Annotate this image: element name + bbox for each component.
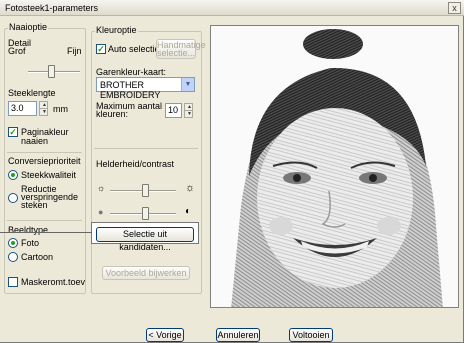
paginakleur-checkbox[interactable]: ✓ <box>8 127 18 137</box>
contrast-slider-thumb[interactable] <box>142 207 149 220</box>
maskeromt-checkbox[interactable] <box>8 277 18 287</box>
chevron-down-icon[interactable]: ▼ <box>181 78 194 91</box>
contrast-low-icon: ● <box>98 207 104 217</box>
close-button[interactable]: x <box>448 2 461 14</box>
kleuroptie-title: Kleuroptie <box>95 25 138 35</box>
steekkwaliteit-label: Steekkwaliteit <box>21 170 77 180</box>
title-bar: Fotosteek1-parameters x <box>0 0 464 16</box>
annuleren-button[interactable]: Annuleren <box>216 328 260 342</box>
parameters-dialog: Fotosteek1-parameters x Naaioptie Detail… <box>0 0 464 343</box>
paginakleur-label-2: naaien <box>21 136 49 146</box>
handmatige-label-2: selectie... <box>157 48 196 58</box>
fijn-label: Fijn <box>67 46 82 56</box>
spin-up-icon[interactable]: ▲ <box>187 105 192 110</box>
divider <box>7 220 82 221</box>
brightness-slider[interactable] <box>110 184 176 198</box>
auto-selectie-label: Auto selectie <box>108 44 160 54</box>
spin-up-icon[interactable]: ▲ <box>42 103 47 108</box>
helderheid-title: Helderheid/contrast <box>96 159 175 169</box>
steeklengte-label: Steeklengte <box>8 88 56 98</box>
steekkwaliteit-radio[interactable] <box>8 170 18 180</box>
contrast-high-icon: ◐ <box>185 206 192 217</box>
contrast-slider[interactable] <box>110 207 176 221</box>
embroidery-preview <box>210 25 459 308</box>
handmatige-selectie-button[interactable]: Handmatige selectie... <box>156 39 206 59</box>
steeklengte-input[interactable]: 3.0 <box>8 101 37 116</box>
detail-slider[interactable] <box>28 65 80 79</box>
cartoon-label: Cartoon <box>21 252 54 262</box>
cartoon-radio[interactable] <box>8 252 18 262</box>
voorbeeld-bijwerken-button[interactable]: Voorbeeld bijwerken <box>102 266 190 280</box>
selectie-uit-kandidaten-button[interactable]: Selectie uit kandidaten... <box>96 227 194 252</box>
steeklengte-unit: mm <box>53 104 68 114</box>
maskeromt-label: Maskeromt.toev <box>21 277 86 287</box>
garenkleur-label: Garenkleur-kaart: <box>96 67 167 77</box>
brightness-high-icon: ☼ <box>185 182 196 194</box>
max-kleuren-spinner[interactable]: ▲ ▼ <box>184 103 193 118</box>
max-kleuren-input[interactable]: 10 <box>165 103 182 118</box>
grof-label: Grof <box>8 46 26 56</box>
callout-line <box>0 232 92 233</box>
garenkleur-value: BROTHER EMBROIDERY <box>100 80 161 100</box>
conversie-title: Conversieprioriteit <box>8 156 81 166</box>
divider <box>7 152 82 153</box>
detail-slider-thumb[interactable] <box>48 65 55 78</box>
naaioptie-title: Naaioptie <box>8 22 49 32</box>
max-kleuren-label-2: kleuren: <box>96 109 129 119</box>
portrait-preview-image <box>211 26 458 307</box>
window-title: Fotosteek1-parameters <box>5 3 99 13</box>
vorige-button[interactable]: < Vorige <box>146 328 184 342</box>
foto-label: Foto <box>21 238 40 248</box>
foto-radio[interactable] <box>8 238 18 248</box>
steeklengte-spinner[interactable]: ▲ ▼ <box>39 101 48 116</box>
divider <box>94 148 198 149</box>
brightness-low-icon: ☼ <box>97 183 106 193</box>
voltooien-button[interactable]: Voltooien <box>289 328 333 342</box>
spin-down-icon[interactable]: ▼ <box>187 112 192 117</box>
reductie-radio[interactable] <box>8 193 18 203</box>
reductie-label-3: steken <box>21 200 48 210</box>
brightness-slider-thumb[interactable] <box>142 184 149 197</box>
spin-down-icon[interactable]: ▼ <box>42 110 47 115</box>
beeldtype-title: Beeldtype <box>8 225 49 235</box>
auto-selectie-checkbox[interactable]: ✓ <box>96 44 106 54</box>
garenkleur-select[interactable]: BROTHER EMBROIDERY ▼ <box>96 77 195 100</box>
